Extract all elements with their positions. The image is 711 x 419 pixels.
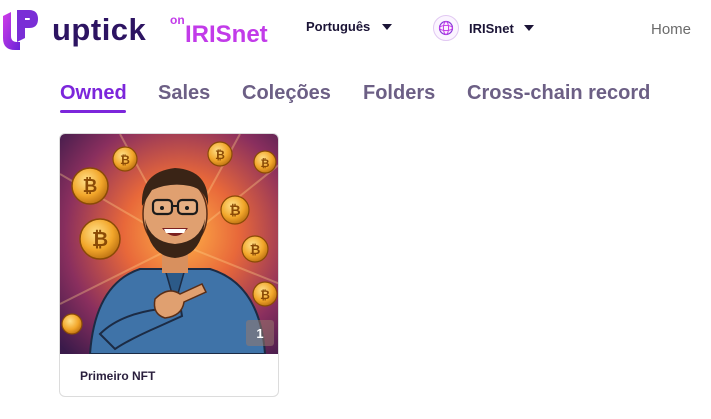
- tab-sales[interactable]: Sales: [158, 80, 210, 106]
- logo-network-text: IRISnet: [185, 21, 268, 48]
- logo-wordmark: uptick: [52, 12, 147, 47]
- chevron-down-icon: [382, 23, 393, 30]
- tab-cross-chain-record[interactable]: Cross-chain record: [467, 80, 650, 106]
- svg-text:₿: ₿: [120, 153, 130, 167]
- chain-selector[interactable]: IRISnet: [433, 15, 534, 41]
- tab-owned[interactable]: Owned: [60, 80, 127, 106]
- svg-text:₿: ₿: [261, 157, 270, 170]
- chevron-down-icon: [523, 25, 534, 31]
- nft-card[interactable]: ₿ ₿ ₿ ₿ ₿ ₿ ₿ ₿ 1 Primeiro NFT: [59, 133, 279, 397]
- svg-text:₿: ₿: [250, 243, 261, 258]
- edition-count-badge: 1: [246, 320, 274, 346]
- svg-text:₿: ₿: [260, 288, 270, 302]
- svg-text:₿: ₿: [83, 176, 98, 197]
- home-link[interactable]: Home: [651, 21, 691, 38]
- svg-text:₿: ₿: [229, 203, 240, 219]
- logo-on-text: on: [170, 13, 185, 27]
- language-selector[interactable]: Português: [306, 19, 393, 34]
- svg-text:₿: ₿: [215, 148, 225, 162]
- active-tab-indicator: [60, 110, 126, 113]
- tab-colecoes[interactable]: Coleções: [242, 80, 331, 106]
- tab-folders[interactable]: Folders: [363, 80, 435, 106]
- irisnet-icon: [433, 15, 459, 41]
- chain-label: IRISnet: [469, 20, 514, 36]
- nft-title: Primeiro NFT: [80, 369, 156, 383]
- svg-text:₿: ₿: [92, 227, 108, 251]
- language-label: Português: [306, 19, 371, 34]
- uptick-logo-icon: [3, 10, 38, 50]
